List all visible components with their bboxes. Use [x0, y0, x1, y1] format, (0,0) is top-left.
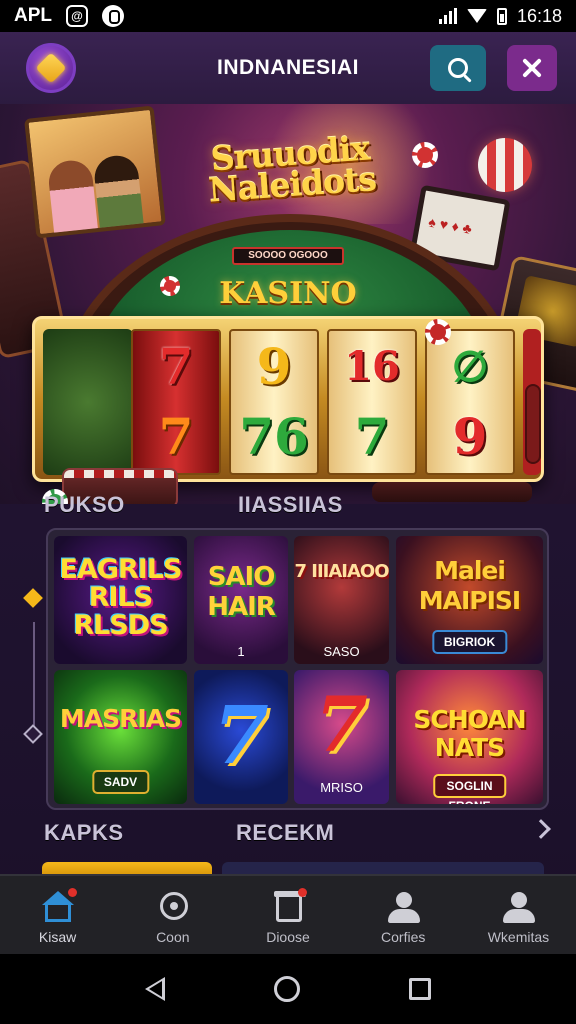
chip-icon [412, 142, 438, 168]
game-title: 7 [315, 680, 368, 769]
notification-badge [67, 888, 77, 897]
hero-title: Sruuodix Naleidots [207, 128, 378, 210]
home-icon [41, 888, 77, 924]
nav-item-home[interactable]: Kisaw [0, 876, 115, 954]
section-label-left[interactable]: PUKSO [44, 492, 125, 518]
chip-icon [425, 319, 451, 345]
nav-label: Dioose [266, 929, 310, 945]
nav-label: Coon [156, 929, 190, 945]
game-tile[interactable]: SAIO HAIR 1 [194, 536, 288, 664]
game-tile[interactable]: Malei MAIPISI BIGRIOK [396, 536, 543, 664]
slot-reels: 7 7 9 76 16 7 ∅ 9 [32, 316, 544, 482]
carrier-label: APL [14, 5, 52, 26]
reel-symbol: 9 [256, 337, 292, 396]
nav-item-account[interactable]: Wkemitas [461, 876, 576, 954]
game-badge: SADV [91, 770, 150, 794]
game-title: 7 IIIAIAOO [294, 561, 389, 582]
game-grid: EAGRILS RILS RLSDS SAIO HAIR 1 7 IIIAIAO… [46, 528, 549, 810]
reel: 16 7 [327, 329, 417, 475]
notification-badge [298, 888, 307, 897]
back-icon[interactable] [144, 977, 165, 1001]
game-title: 7 [213, 688, 269, 782]
nav-item-box[interactable]: Dioose [230, 876, 345, 954]
game-tile[interactable]: SCHOAN NATS SOGLIN FRONE [396, 670, 543, 804]
section-label-bottom-left[interactable]: KAPKS [44, 820, 124, 846]
close-button[interactable] [507, 45, 557, 91]
reel-symbol: 16 [344, 343, 400, 390]
game-badge: SOGLIN FRONE [432, 774, 507, 804]
reel-symbol: 7 [354, 407, 390, 466]
user-icon [501, 890, 536, 924]
table-plaque: SOOOO OGOOO [232, 247, 344, 265]
game-title: EAGRILS RILS RLSDS [59, 554, 183, 641]
nav-item-chat[interactable]: Coon [115, 876, 230, 954]
game-title: SAIO HAIR [207, 562, 276, 622]
roulette-ball [478, 138, 532, 192]
battery-icon [496, 7, 507, 25]
table-label: KASINO [219, 276, 357, 311]
game-title: SCHOAN NATS [413, 705, 526, 762]
home-circle-icon[interactable] [273, 976, 300, 1002]
game-badge: BIGRIOK [431, 630, 508, 654]
carousel-indicator[interactable] [23, 724, 43, 744]
reel-symbol: 7 [158, 337, 194, 396]
signal-icon [438, 8, 457, 24]
reel-symbol: ∅ [451, 342, 489, 391]
reel-symbol: 9 [452, 407, 488, 466]
section-label-right[interactable]: IIASSIIAS [238, 492, 343, 518]
bottom-nav: Kisaw Coon Dioose Corfies Wkemitas [0, 874, 576, 954]
page-title: INDNANESIAI [216, 56, 359, 79]
game-tile[interactable]: 7 IIIAIAOO SASO [294, 536, 389, 664]
game-subtitle: MRISO [320, 780, 363, 795]
game-subtitle: SASO [323, 644, 360, 659]
reel-symbol: 76 [239, 407, 309, 466]
nav-label: Kisaw [38, 929, 77, 945]
game-tile[interactable]: MASRIAS SADV [54, 670, 187, 804]
game-title: Malei MAIPISI [418, 556, 521, 615]
game-tile[interactable]: 7 MRISO [294, 670, 389, 804]
close-icon [521, 57, 543, 79]
wifi-icon [466, 9, 487, 23]
reel-side-left [43, 329, 133, 475]
nav-item-profile[interactable]: Corfies [346, 876, 461, 954]
chevron-right-icon[interactable] [531, 819, 551, 839]
carousel-indicator-active[interactable] [23, 588, 43, 608]
hero-banner[interactable]: Sruuodix Naleidots SOOOO OGOOO KASINO 7 … [0, 104, 576, 504]
recents-icon[interactable] [409, 978, 432, 1000]
section-label-bottom-right[interactable]: RECEKM [236, 820, 334, 846]
reel: 7 7 [131, 329, 221, 475]
clock: 16:18 [516, 5, 562, 26]
carousel-rail [33, 622, 35, 732]
reel: ∅ 9 [425, 329, 515, 475]
hero-portrait [24, 105, 166, 239]
game-tile[interactable]: 7 [194, 670, 288, 804]
reel: 9 76 [229, 329, 319, 475]
status-bar: APL @ 16:18 [0, 0, 576, 32]
chat-icon [156, 890, 190, 924]
slot-handle [525, 384, 541, 464]
box-icon [271, 888, 307, 924]
nav-label: Wkemitas [487, 929, 550, 945]
system-nav-bar [0, 954, 576, 1024]
game-tile[interactable]: EAGRILS RILS RLSDS [54, 536, 187, 664]
search-button[interactable] [430, 45, 486, 91]
chip-icon [160, 276, 180, 296]
search-icon [448, 58, 468, 78]
notification-app-icon: @ [66, 5, 88, 27]
game-subtitle: 1 [237, 644, 245, 659]
nav-label: Corfies [381, 929, 426, 945]
app-screen: INDNANESIAI Sruuodix Naleidots SOOOO OGO… [0, 32, 576, 954]
notification-dot-icon [102, 5, 124, 27]
user-icon [386, 890, 421, 924]
app-header: INDNANESIAI [0, 32, 576, 104]
reel-symbol: 7 [158, 407, 194, 466]
game-title: MASRIAS [59, 704, 182, 733]
